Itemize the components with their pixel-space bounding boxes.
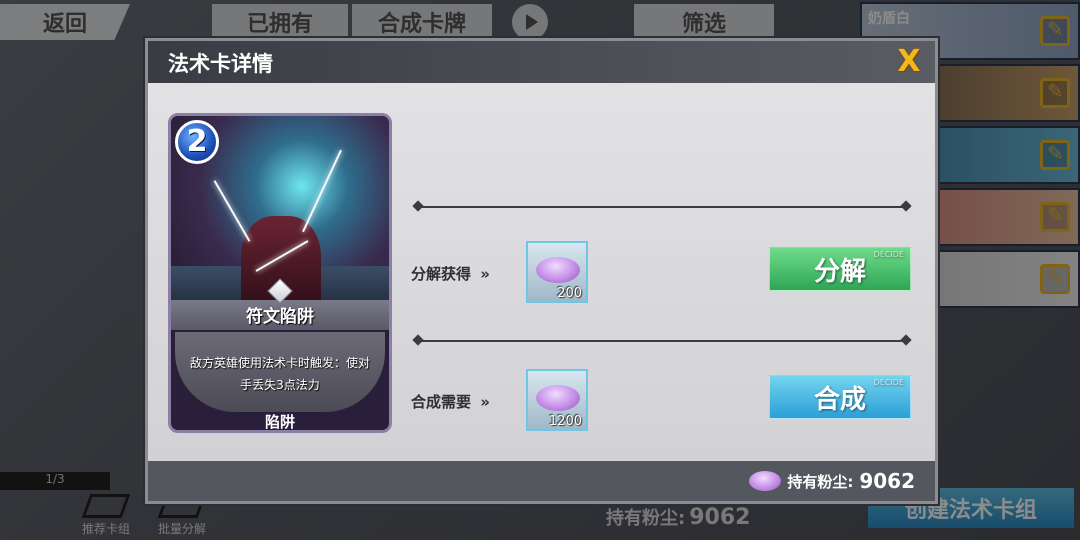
dialog-footer: 持有粉尘: 9062 — [148, 461, 935, 501]
divider — [414, 340, 910, 342]
divider — [414, 206, 910, 208]
owned-dust-counter: 持有粉尘: 9062 — [749, 469, 915, 493]
dialog-title: 法术卡详情 — [168, 52, 273, 76]
dialog-body: 2 符文陷阱 敌方英雄使用法术卡时触发：使对手丢失3点法力 陷阱 分解获得 » … — [148, 83, 935, 461]
lightning-bolt — [302, 149, 342, 233]
dust-icon — [749, 471, 782, 491]
dust-icon — [536, 257, 580, 283]
compose-button[interactable]: DECIDE 合成 — [769, 375, 911, 419]
decompose-gain-label: 分解获得 » — [411, 263, 490, 284]
double-chevron-icon: » — [480, 265, 490, 283]
card-description: 敌方英雄使用法术卡时触发：使对手丢失3点法力 — [189, 356, 370, 392]
card-name: 符文陷阱 — [246, 307, 314, 327]
dust-reward-tile: 200 — [526, 241, 588, 303]
decompose-button-label: 分解 — [813, 256, 866, 287]
decompose-button[interactable]: DECIDE 分解 — [769, 247, 911, 291]
owned-dust-label: 持有粉尘: — [787, 472, 854, 491]
decompose-gain-text: 分解获得 — [411, 265, 472, 283]
card-type: 陷阱 — [264, 413, 295, 431]
button-tag: DECIDE — [873, 378, 904, 387]
spell-card-detail-dialog: 法术卡详情 X 2 符文陷阱 敌方英雄使用法术卡时触发：使对手丢失3点法力 陷阱… — [145, 38, 938, 504]
dust-reward-amount: 200 — [557, 286, 582, 301]
lightning-bolt — [213, 180, 251, 242]
spell-card: 2 符文陷阱 敌方英雄使用法术卡时触发：使对手丢失3点法力 陷阱 — [168, 113, 392, 433]
owned-dust-value: 9062 — [859, 469, 915, 493]
card-cost-badge: 2 — [175, 120, 219, 164]
close-button[interactable]: X — [893, 45, 925, 79]
dust-cost-amount: 1200 — [548, 414, 582, 429]
compose-cost-label: 合成需要 » — [411, 391, 490, 412]
compose-button-label: 合成 — [813, 384, 866, 415]
dust-cost-tile: 1200 — [526, 369, 588, 431]
dust-icon — [536, 385, 580, 411]
double-chevron-icon: » — [480, 393, 490, 411]
compose-cost-text: 合成需要 — [411, 393, 472, 411]
button-tag: DECIDE — [873, 250, 904, 259]
dialog-header: 法术卡详情 X — [148, 41, 935, 83]
